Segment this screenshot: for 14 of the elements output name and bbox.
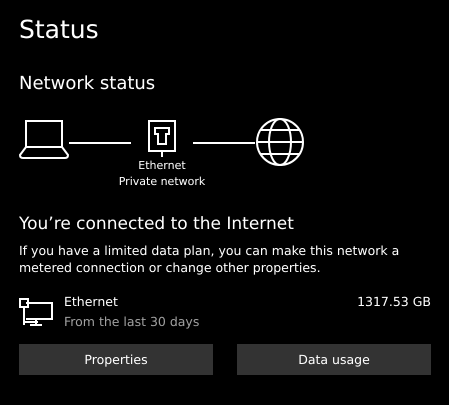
- laptop-icon: [19, 120, 69, 160]
- adapter-name: Ethernet: [64, 293, 119, 311]
- connection-heading: You’re connected to the Internet: [19, 213, 295, 236]
- action-button[interactable]: Data usage: [237, 344, 431, 375]
- page-title: Status: [19, 14, 100, 46]
- wired-monitor-icon: [19, 298, 53, 326]
- ethernet-port-icon: [148, 120, 176, 158]
- section-heading: Network status: [19, 72, 156, 96]
- adapter-label: Ethernet: [138, 158, 186, 174]
- connection-description: If you have a limited data plan, you can make this network a metered connection or change other properties.: [19, 242, 400, 276]
- action-button[interactable]: Properties: [19, 344, 213, 375]
- network-type-label: Private network: [118, 174, 206, 190]
- data-amount: 1317.53 GB: [357, 293, 431, 311]
- usage-period: From the last 30 days: [64, 313, 200, 331]
